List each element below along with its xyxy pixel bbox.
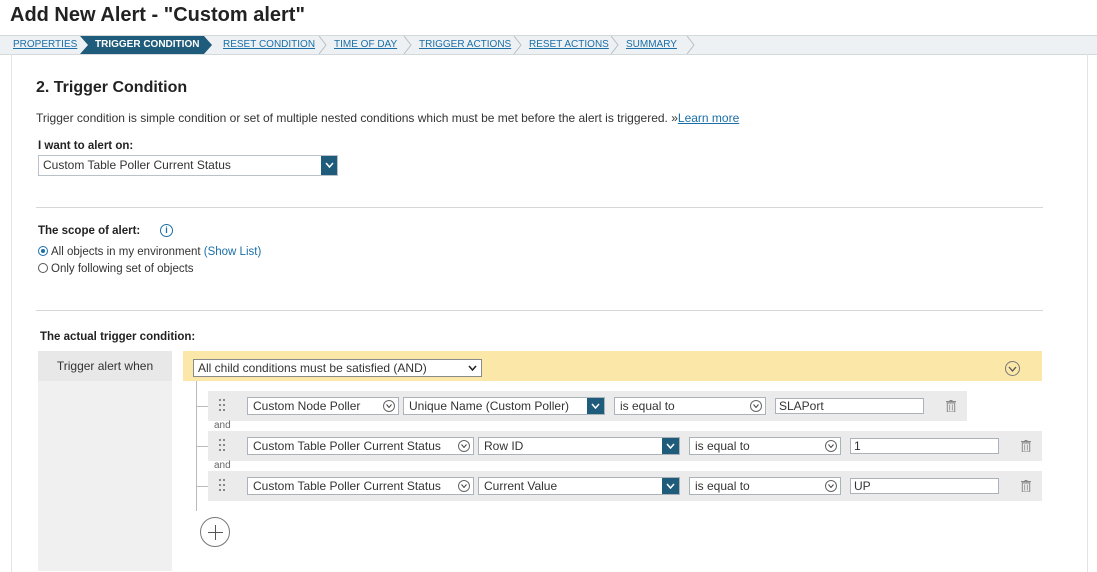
condition-row: Custom Table Poller Current Status Curre… <box>208 471 1042 501</box>
and-joiner: and <box>214 420 231 431</box>
tree-connector <box>196 486 208 487</box>
condition-field-value: Unique Name (Custom Poller) <box>409 399 570 413</box>
chevron-down-icon <box>825 440 837 452</box>
condition-object-select[interactable]: Custom Table Poller Current Status <box>247 437 474 455</box>
condition-object-select[interactable]: Custom Node Poller <box>247 397 399 415</box>
condition-operator-value: is equal to <box>695 439 750 453</box>
info-icon[interactable]: i <box>160 224 173 237</box>
alert-on-select[interactable]: Custom Table Poller Current Status <box>38 155 338 176</box>
chevron-down-icon <box>825 480 837 492</box>
chevron-down-icon <box>662 438 679 454</box>
trigger-when-label: Trigger alert when <box>38 351 172 381</box>
chevron-down-icon <box>587 398 604 414</box>
condition-operator-select[interactable]: is equal to <box>689 477 841 495</box>
drag-handle-icon[interactable] <box>219 479 226 492</box>
learn-more-link[interactable]: Learn more <box>678 111 739 125</box>
condition-field-select[interactable]: Unique Name (Custom Poller) <box>403 397 605 415</box>
show-list-link[interactable]: (Show List) <box>204 246 262 258</box>
plus-circle-icon[interactable] <box>200 517 230 547</box>
scope-label: The scope of alert: <box>38 225 141 237</box>
chevron-down-icon <box>468 365 477 371</box>
trash-icon[interactable] <box>1021 480 1031 492</box>
divider <box>36 310 1043 311</box>
condition-value-input[interactable]: SLAPort <box>775 398 924 414</box>
scope-option-following[interactable]: Only following set of objects <box>38 263 194 275</box>
step-separator-icon <box>610 36 619 54</box>
condition-group-header: All child conditions must be satisfied (… <box>183 351 1042 381</box>
trigger-condition-label: The actual trigger condition: <box>40 331 196 343</box>
step-reset-condition[interactable]: RESET CONDITION <box>223 36 315 54</box>
trash-icon[interactable] <box>946 400 956 412</box>
step-trigger-actions[interactable]: TRIGGER ACTIONS <box>419 36 511 54</box>
step-separator-icon <box>403 36 412 54</box>
page-title: Add New Alert - "Custom alert" <box>10 4 305 26</box>
chevron-down-icon <box>458 440 470 452</box>
condition-object-value: Custom Table Poller Current Status <box>253 479 441 493</box>
and-joiner: and <box>214 460 231 471</box>
section-title: 2. Trigger Condition <box>36 79 188 96</box>
step-separator-icon <box>686 36 695 54</box>
condition-operator-value: is equal to <box>620 399 675 413</box>
section-description: Trigger condition is simple condition or… <box>36 111 739 125</box>
step-trigger-condition[interactable]: TRIGGER CONDITION <box>80 36 212 54</box>
alert-on-label: I want to alert on: <box>38 140 134 152</box>
description-text: Trigger condition is simple condition or… <box>36 111 678 125</box>
condition-value-input[interactable]: 1 <box>850 438 999 454</box>
scope-option-all[interactable]: All objects in my environment (Show List… <box>38 246 261 258</box>
condition-object-value: Custom Table Poller Current Status <box>253 439 441 453</box>
trash-icon[interactable] <box>1021 440 1031 452</box>
group-operator-value: All child conditions must be satisfied (… <box>198 361 427 375</box>
chevron-down-icon[interactable] <box>321 156 337 175</box>
chevron-down-icon <box>750 400 762 412</box>
condition-field-select[interactable]: Current Value <box>478 477 680 495</box>
condition-field-value: Current Value <box>484 479 558 493</box>
tree-connector <box>196 406 208 407</box>
drag-handle-icon[interactable] <box>219 439 226 452</box>
condition-object-value: Custom Node Poller <box>253 399 361 413</box>
condition-field-select[interactable]: Row ID <box>478 437 680 455</box>
scope-option-following-label: Only following set of objects <box>51 263 194 275</box>
step-properties[interactable]: PROPERTIES <box>13 36 77 54</box>
divider <box>36 207 1043 208</box>
radio-selected-icon[interactable] <box>38 246 48 256</box>
wizard-steps: PROPERTIES TRIGGER CONDITION RESET CONDI… <box>0 35 1097 55</box>
condition-field-value: Row ID <box>484 439 524 453</box>
tree-connector <box>196 446 208 447</box>
alert-on-value: Custom Table Poller Current Status <box>43 158 231 172</box>
chevron-down-icon <box>383 400 395 412</box>
condition-row: Custom Node Poller Unique Name (Custom P… <box>208 391 967 421</box>
scope-option-all-label: All objects in my environment <box>51 246 201 258</box>
step-separator-icon <box>513 36 522 54</box>
step-summary[interactable]: SUMMARY <box>626 36 677 54</box>
step-reset-actions[interactable]: RESET ACTIONS <box>529 36 609 54</box>
condition-value-input[interactable]: UP <box>850 478 999 494</box>
condition-row: Custom Table Poller Current Status Row I… <box>208 431 1042 461</box>
radio-unselected-icon[interactable] <box>38 263 48 273</box>
chevron-down-icon <box>662 478 679 494</box>
collapse-group-icon[interactable] <box>1005 361 1020 376</box>
step-time-of-day[interactable]: TIME OF DAY <box>334 36 397 54</box>
drag-handle-icon[interactable] <box>219 399 226 412</box>
chevron-down-icon <box>458 480 470 492</box>
trigger-when-panel <box>38 381 172 571</box>
group-operator-select[interactable]: All child conditions must be satisfied (… <box>193 359 482 377</box>
condition-object-select[interactable]: Custom Table Poller Current Status <box>247 477 474 495</box>
step-separator-icon <box>318 36 327 54</box>
condition-operator-select[interactable]: is equal to <box>614 397 766 415</box>
condition-operator-value: is equal to <box>695 479 750 493</box>
condition-operator-select[interactable]: is equal to <box>689 437 841 455</box>
